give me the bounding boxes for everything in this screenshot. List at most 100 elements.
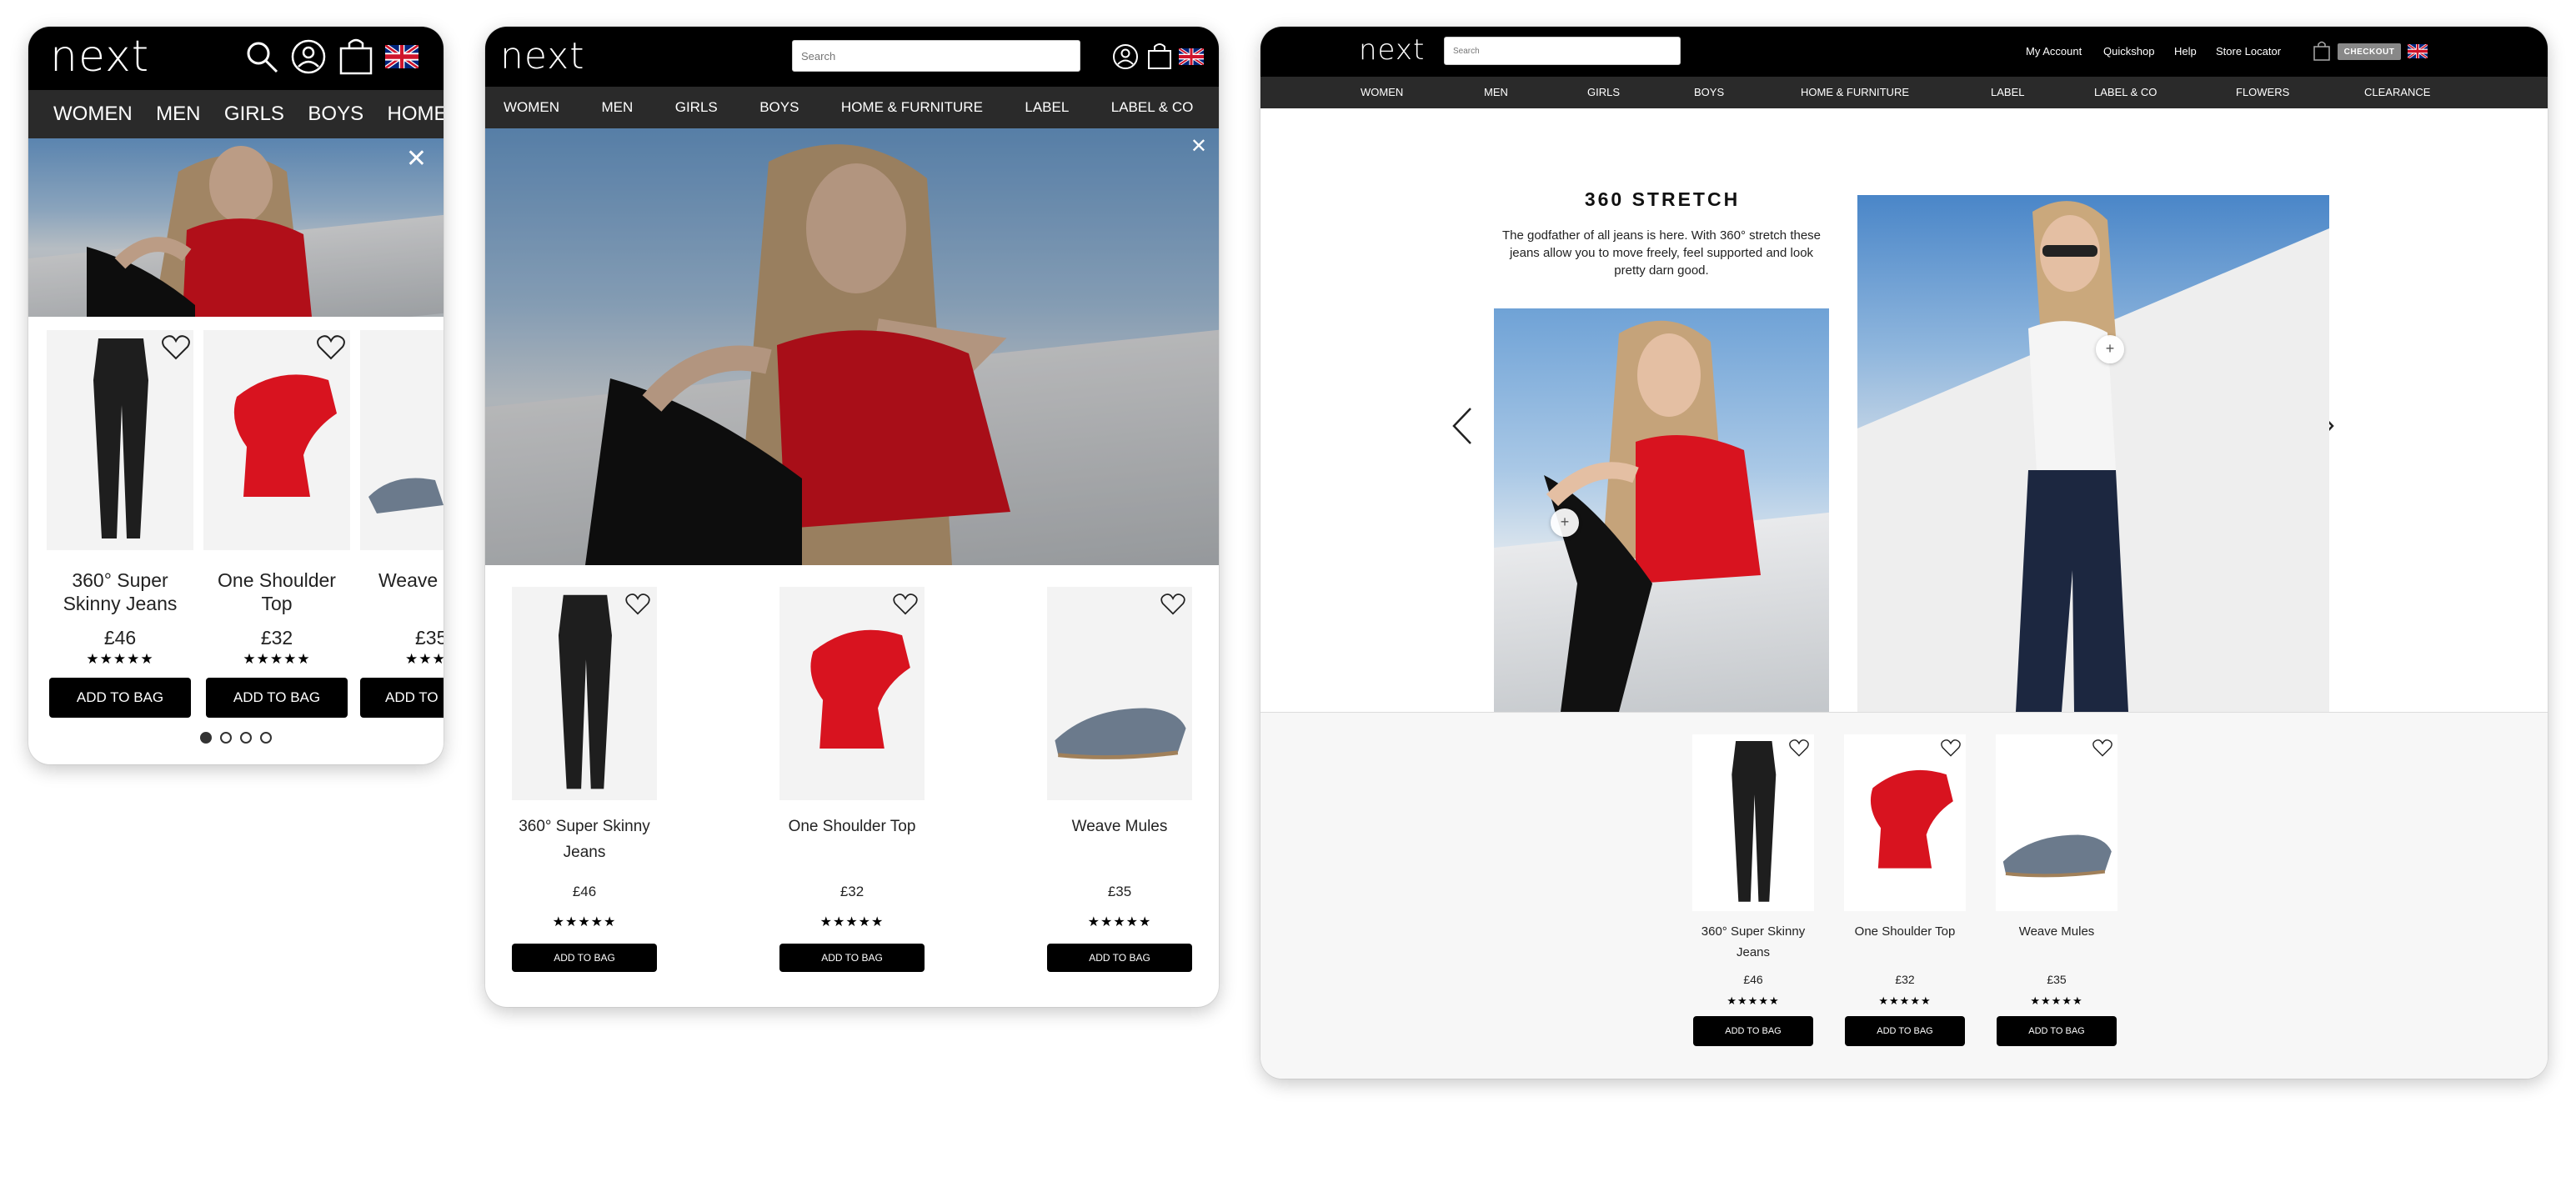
quickshop-link[interactable]: Quickshop [2103, 45, 2154, 58]
feature-title: 360 STRETCH [1584, 188, 1741, 210]
product-price: £46 [1743, 973, 1763, 986]
add-to-bag-button[interactable]: ADD TO [360, 678, 444, 718]
close-icon[interactable]: ✕ [1190, 137, 1207, 157]
my-account-link[interactable]: My Account [2026, 45, 2082, 58]
heart-icon[interactable] [2092, 739, 2112, 761]
product-name[interactable]: One Shoulder Top [779, 814, 925, 865]
nav-item-boys[interactable]: BOYS [1694, 77, 1724, 108]
product-name[interactable]: One Shoulder Top [1844, 921, 1966, 963]
product-name[interactable]: Weave Mules [1996, 921, 2117, 963]
add-to-bag-button[interactable]: ADD TO BAG [1845, 1016, 1965, 1046]
product-rating: ★★★★★ [1878, 994, 1932, 1007]
product-card[interactable]: 360° Super Skinny Jeans £46 ★★★★★ ADD TO… [512, 587, 657, 972]
plus-icon[interactable]: + [1551, 508, 1579, 537]
checkout-button[interactable]: CHECKOUT [2338, 43, 2401, 60]
product-name[interactable]: 360° Super Skinny Jeans [1692, 921, 1814, 963]
add-to-bag-button[interactable]: ADD TO BAG [1997, 1016, 2117, 1046]
product-rating: ★★★★★ [819, 915, 885, 929]
heart-icon[interactable] [1160, 593, 1185, 619]
feature-image-right[interactable]: + [1857, 195, 2329, 712]
product-name[interactable]: 360° Super Skinny Jeans [47, 568, 193, 615]
product-card[interactable]: One Shoulder Top £32 ★★★★★ ADD TO BAG [779, 587, 925, 972]
logo[interactable]: next [1359, 33, 1425, 67]
nav-item-women[interactable]: WOMEN [504, 87, 559, 128]
product-name[interactable]: Weave Mules [1047, 814, 1192, 865]
main-nav: WOMEN MEN GIRLS BOYS HOME & FURNITURE LA… [485, 87, 1219, 128]
heart-icon[interactable] [893, 593, 918, 619]
chevron-left-icon[interactable] [1451, 405, 1474, 451]
nav-item-home-furniture[interactable]: HOME & FURNITURE [1801, 77, 1909, 108]
product-image[interactable] [360, 330, 444, 550]
uk-flag-icon[interactable] [2408, 44, 2428, 58]
header: next [28, 27, 444, 90]
search-icon[interactable] [243, 38, 280, 75]
nav-item-men[interactable]: MEN [1484, 77, 1508, 108]
nav-item-label[interactable]: LABEL [1025, 87, 1069, 128]
nav-item-clearance[interactable]: CLEARANCE [2364, 77, 2430, 108]
plus-icon[interactable]: + [2096, 335, 2124, 363]
product-card[interactable]: One Shoulder Top £32 ★★★★★ ADD TO BAG [1844, 734, 1966, 1046]
heart-icon[interactable] [317, 335, 345, 364]
nav-item-girls[interactable]: GIRLS [675, 87, 718, 128]
nav-item-label-co[interactable]: LABEL & CO [2094, 77, 2157, 108]
shopping-bag-icon[interactable] [1147, 42, 1172, 70]
feature-image-left[interactable]: + [1494, 308, 1829, 712]
add-to-bag-button[interactable]: ADD TO BAG [1047, 944, 1192, 972]
store-locator-link[interactable]: Store Locator [2216, 45, 2281, 58]
nav-item-girls[interactable]: GIRLS [1587, 77, 1620, 108]
heart-icon[interactable] [625, 593, 650, 619]
nav-item-label-co[interactable]: LABEL & CO [1111, 87, 1194, 128]
add-to-bag-button[interactable]: ADD TO BAG [779, 944, 925, 972]
uk-flag-icon[interactable] [385, 45, 418, 68]
add-to-bag-button[interactable]: ADD TO BAG [206, 678, 348, 718]
shopping-bag-icon[interactable] [2313, 40, 2331, 62]
nav-item-men[interactable]: MEN [602, 87, 634, 128]
product-name[interactable]: 360° Super Skinny Jeans [512, 814, 657, 865]
close-icon[interactable]: ✕ [406, 147, 427, 172]
logo[interactable]: next [500, 35, 584, 78]
product-rating: ★★★★★ [1727, 994, 1780, 1007]
shopping-bag-icon[interactable] [338, 37, 373, 75]
carousel-dot[interactable] [200, 732, 212, 744]
product-card-partial[interactable]: Weave M £35 ★★★★ ADD TO [360, 330, 444, 718]
carousel-dot[interactable] [260, 732, 272, 744]
account-icon[interactable] [290, 38, 327, 75]
nav-item-label[interactable]: LABEL [1991, 77, 2024, 108]
product-card[interactable]: Weave Mules £35 ★★★★★ ADD TO BAG [1047, 587, 1192, 972]
help-link[interactable]: Help [2174, 45, 2197, 58]
search-input[interactable] [792, 40, 1080, 72]
nav-item-girls[interactable]: GIRLS [224, 90, 284, 138]
product-name[interactable]: Weave M [360, 568, 444, 592]
product-carousel: 360° Super Skinny Jeans £46 ★★★★★ ADD TO… [28, 330, 444, 722]
product-rating: ★★★★ [405, 651, 444, 667]
product-card[interactable]: Weave Mules £35 ★★★★★ ADD TO BAG [1996, 734, 2117, 1046]
heart-icon[interactable] [162, 335, 190, 364]
header: next My Account Quickshop Help Store Loc… [1260, 27, 2548, 77]
heart-icon[interactable] [1941, 739, 1961, 761]
nav-item-women[interactable]: WOMEN [53, 90, 133, 138]
add-to-bag-button[interactable]: ADD TO BAG [49, 678, 191, 718]
carousel-dot[interactable] [240, 732, 252, 744]
nav-item-boys[interactable]: BOYS [759, 87, 799, 128]
nav-item-home[interactable]: HOME & [388, 90, 444, 138]
carousel-dot[interactable] [220, 732, 232, 744]
product-card[interactable]: One Shoulder Top £32 ★★★★★ ADD TO BAG [203, 330, 350, 718]
main-nav: WOMEN MEN GIRLS BOYS HOME & FURNITURE LA… [1260, 77, 2548, 108]
uk-flag-icon[interactable] [1179, 48, 1204, 65]
nav-item-women[interactable]: WOMEN [1361, 77, 1403, 108]
product-price: £35 [415, 627, 444, 649]
nav-item-men[interactable]: MEN [156, 90, 200, 138]
product-card[interactable]: 360° Super Skinny Jeans £46 ★★★★★ ADD TO… [1692, 734, 1814, 1046]
product-name[interactable]: One Shoulder Top [203, 568, 350, 615]
nav-item-boys[interactable]: BOYS [308, 90, 363, 138]
add-to-bag-button[interactable]: ADD TO BAG [1693, 1016, 1813, 1046]
product-card[interactable]: 360° Super Skinny Jeans £46 ★★★★★ ADD TO… [47, 330, 193, 718]
product-list: 360° Super Skinny Jeans £46 ★★★★★ ADD TO… [1260, 712, 2548, 1079]
nav-item-flowers[interactable]: FLOWERS [2236, 77, 2289, 108]
heart-icon[interactable] [1789, 739, 1809, 761]
add-to-bag-button[interactable]: ADD TO BAG [512, 944, 657, 972]
search-input[interactable] [1444, 37, 1681, 65]
nav-item-home-furniture[interactable]: HOME & FURNITURE [841, 87, 983, 128]
logo[interactable]: next [50, 32, 149, 82]
account-icon[interactable] [1112, 43, 1139, 70]
